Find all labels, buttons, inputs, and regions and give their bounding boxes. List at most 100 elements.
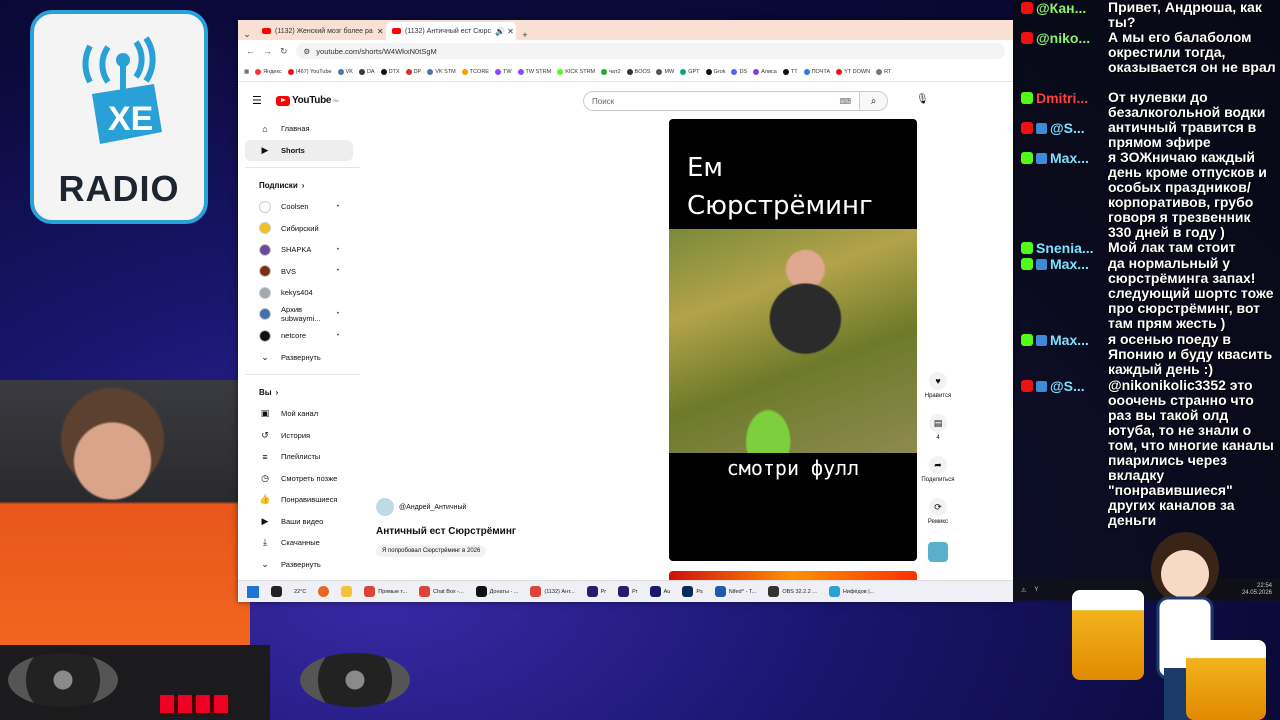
weather-widget[interactable]: 22°C <box>291 589 309 595</box>
back-icon[interactable]: ← <box>246 46 255 56</box>
taskbar-app[interactable]: Нифёдов |... <box>826 586 877 597</box>
menu-icon[interactable]: ☰ <box>252 94 262 107</box>
keyboard-icon[interactable]: ⌨ <box>839 97 851 106</box>
youtube-logo[interactable]: YouTube RU <box>276 95 339 106</box>
tab-0[interactable]: (1132) Женский мозг более ра ✕ <box>256 22 386 40</box>
sidebar-item-subscription[interactable]: Архив subwaymi... • <box>245 304 353 326</box>
bookmark-item[interactable]: TCORE <box>461 68 489 75</box>
sidebar-item-you[interactable]: ⤓ Скачанные <box>245 532 353 554</box>
share-icon[interactable]: ➦ <box>929 456 947 474</box>
clock-date: 24.05.2026 <box>1241 590 1272 596</box>
bookmark-item[interactable]: TW <box>494 68 512 75</box>
explorer-button[interactable] <box>338 586 355 597</box>
app-icon[interactable]: ⚠ <box>1021 587 1026 594</box>
taskbar-app[interactable]: Прямые т... <box>361 586 410 597</box>
sidebar-item-you[interactable]: ▣ Мой канал <box>245 403 353 425</box>
sidebar-item-subscription[interactable]: SHAPKA • <box>245 239 353 261</box>
bookmark-item[interactable]: TW STRM <box>517 68 551 75</box>
sidebar-item-you[interactable]: ▶ Ваши видео <box>245 511 353 533</box>
bookmark-item[interactable]: RT <box>876 68 891 75</box>
close-tab-icon[interactable]: 🔊 ✕ <box>495 27 514 36</box>
remix-action[interactable]: ⟳ Ремикс <box>921 498 955 540</box>
apps-icon[interactable]: ▦ <box>244 69 249 75</box>
hammer-badge-icon <box>1036 380 1047 392</box>
comment-icon[interactable]: ▤ <box>929 414 947 432</box>
taskbar-app[interactable]: Pr <box>615 586 641 597</box>
channel-row[interactable]: @Андрей_Античный <box>376 498 646 516</box>
sound-thumbnail-image[interactable] <box>928 542 948 562</box>
bookmark-item[interactable]: DP <box>405 68 421 75</box>
taskbar-app[interactable]: Chat Box -... <box>416 586 467 597</box>
firefox-button[interactable] <box>315 586 332 597</box>
tab-1[interactable]: (1132) Античный ест Сюрс 🔊 ✕ <box>386 22 516 40</box>
bookmark-item[interactable]: Алиса <box>753 68 777 75</box>
taskbar-app-label: Chat Box -... <box>433 588 464 595</box>
tab-search-icon[interactable]: ⌄ <box>238 29 256 40</box>
sound-thumbnail[interactable] <box>921 540 955 582</box>
bookmark-item[interactable]: ПОЧТА <box>803 68 830 75</box>
sidebar-item-subscription[interactable]: Сибирский <box>245 218 353 240</box>
sidebar-item-you[interactable]: ⌄ Развернуть <box>245 554 353 576</box>
remix-icon[interactable]: ⟳ <box>929 498 947 516</box>
sidebar-item-you[interactable]: ↺ История <box>245 425 353 447</box>
sidebar-expand-subscriptions[interactable]: ⌄ Развернуть <box>245 347 353 369</box>
taskbar-app[interactable]: Донаты - ... <box>473 586 522 597</box>
bookmark-item[interactable]: VK <box>337 68 353 75</box>
bookmark-item[interactable]: DTX <box>380 68 400 75</box>
taskbar-app[interactable]: Au <box>647 586 674 597</box>
forward-icon[interactable]: → <box>263 46 272 56</box>
channel-name[interactable]: @Андрей_Античный <box>399 504 466 511</box>
like-heart-icon[interactable]: ♥ <box>929 372 947 390</box>
avatar <box>259 286 271 299</box>
taskbar-app-label: Нифёдов |... <box>842 588 875 595</box>
subscriptions-header[interactable]: Подписки › <box>245 174 353 196</box>
taskbar-app[interactable]: Pr <box>584 586 610 597</box>
chat-text: я осенью поеду в Японию и буду квасить к… <box>1108 331 1273 377</box>
bookmark-item[interactable]: DS <box>731 68 747 75</box>
mic-icon[interactable]: 🎙 <box>916 94 929 105</box>
short-tag[interactable]: Я попробовал Сюрстрёминг в 2026 <box>376 545 487 557</box>
sidebar-item-shorts[interactable]: ▶ Shorts <box>245 139 353 161</box>
new-tab-button[interactable]: + <box>516 30 534 40</box>
bookmark-item[interactable]: DA <box>358 68 375 75</box>
sidebar-item-subscription[interactable]: BVS • <box>245 261 353 283</box>
you-header[interactable]: Вы › <box>245 381 353 403</box>
bookmark-item[interactable]: Яндекс <box>255 68 282 75</box>
sidebar-item-subscription[interactable]: Coolsen • <box>245 196 353 218</box>
bookmark-item[interactable]: VK STM <box>427 68 456 75</box>
bookmark-item[interactable]: KICK STRM <box>557 68 595 75</box>
taskbar-app[interactable]: Nifed^ - T... <box>712 586 760 597</box>
bookmark-item[interactable]: (467) YouTube <box>287 68 332 75</box>
share-action[interactable]: ➦ Поделиться <box>921 456 955 498</box>
bookmark-item[interactable]: GPT <box>680 68 700 75</box>
sidebar-item-you[interactable]: ◷ Смотреть позже <box>245 468 353 490</box>
bookmark-item[interactable]: BOOS <box>626 68 650 75</box>
taskbar-app[interactable]: (1132) Ант... <box>527 586 577 597</box>
search-input[interactable]: Поиск ⌨ <box>583 91 860 111</box>
sidebar-item-subscription[interactable]: kekys404 <box>245 282 353 304</box>
taskbar-app[interactable]: OBS 32.2.2 ... <box>765 586 820 597</box>
address-bar[interactable]: ⚙ youtube.com/shorts/W4WkxN0tSgM <box>295 43 1005 59</box>
reload-icon[interactable]: ↻ <box>280 46 288 57</box>
taskbar-app[interactable]: Ps <box>679 586 705 597</box>
sidebar-item-subscription[interactable]: netcore • <box>245 325 353 347</box>
site-info-icon[interactable]: ⚙ <box>304 47 311 56</box>
taskview-button[interactable] <box>268 586 285 597</box>
search-button[interactable]: ⌕ <box>860 91 888 111</box>
sidebar-item-you[interactable]: ≡ Плейлисты <box>245 446 353 468</box>
like-action[interactable]: ♥ Нравится <box>921 372 955 414</box>
avatar[interactable] <box>376 498 394 516</box>
close-tab-icon[interactable]: ✕ <box>377 27 384 36</box>
comments-action[interactable]: ▤ 4 <box>921 414 955 456</box>
shorts-player[interactable]: Ем Сюрстрёминг смотри фулл <box>669 119 917 561</box>
bookmark-item[interactable]: TT <box>782 68 798 75</box>
yandex-icon[interactable]: Y <box>1034 587 1038 593</box>
start-button[interactable] <box>244 585 262 598</box>
chevron-right-icon: › <box>301 180 305 190</box>
bookmark-item[interactable]: MW <box>656 68 674 75</box>
bookmark-item[interactable]: YT DOWN <box>836 68 870 75</box>
sidebar-item-home[interactable]: ⌂ Главная <box>245 118 353 140</box>
bookmark-item[interactable]: чат2 <box>601 68 621 75</box>
bookmark-item[interactable]: Grok <box>705 68 725 75</box>
sidebar-item-you[interactable]: 👍 Понравившиеся <box>245 489 353 511</box>
